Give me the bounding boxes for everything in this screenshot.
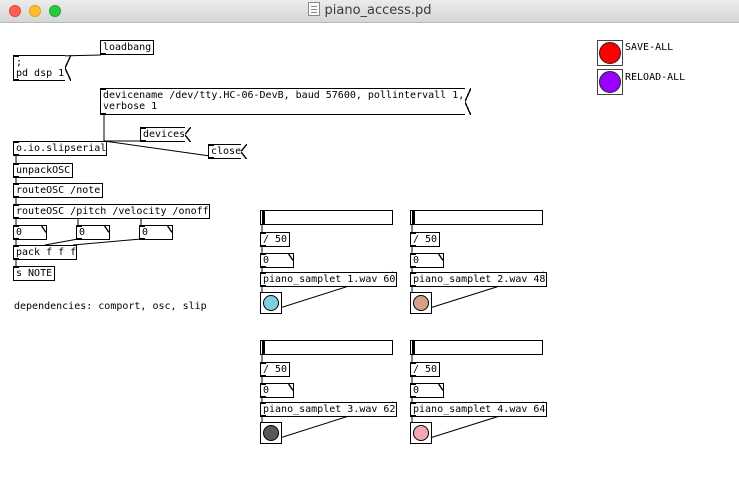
loadbang-object[interactable]: loadbang (100, 40, 155, 55)
sampler-3-number-box[interactable]: 0 (260, 383, 294, 398)
devicename-message-text: devicename /dev/tty.HC-06-DevB, baud 576… (103, 90, 465, 112)
sampler-3-volume-slider[interactable] (260, 340, 393, 355)
sampler-1-slider-knob[interactable] (262, 211, 265, 224)
sampler-3-divide-object[interactable]: / 50 (260, 362, 291, 377)
reload-all-bang[interactable] (597, 69, 623, 95)
sampler-4-volume-slider[interactable] (410, 340, 543, 355)
sampler-4-object[interactable]: piano_samplet 4.wav 64 (410, 402, 547, 417)
sampler-4-divide-object[interactable]: / 50 (410, 362, 441, 377)
sampler-1-object[interactable]: piano_samplet 1.wav 60 (260, 272, 397, 287)
devicename-message[interactable]: devicename /dev/tty.HC-06-DevB, baud 576… (100, 88, 471, 115)
sampler-1-volume-slider[interactable] (260, 210, 393, 225)
document-icon (307, 2, 320, 16)
sampler-1-divide-object[interactable]: / 50 (260, 232, 291, 247)
close-message-text: close (211, 146, 242, 157)
save-all-bang[interactable] (597, 40, 623, 66)
route-note-object[interactable]: routeOSC /note (13, 183, 104, 198)
sampler-2-bang-circle (413, 295, 429, 311)
close-message[interactable]: close (208, 144, 247, 159)
dependencies-comment: dependencies: comport, osc, slip (14, 301, 207, 312)
sampler-3-object[interactable]: piano_samplet 3.wav 62 (260, 402, 397, 417)
sampler-3-slider-knob[interactable] (262, 341, 265, 354)
sampler-2-value: 0 (413, 255, 420, 266)
sampler-1-bang-circle (263, 295, 279, 311)
sampler-4-value: 0 (413, 385, 420, 396)
window-title-text: piano_access.pd (324, 3, 432, 18)
sampler-4-number-box[interactable]: 0 (410, 383, 444, 398)
sampler-3-bang[interactable] (260, 422, 282, 444)
dsp-on-message[interactable]: ; pd dsp 1 (13, 55, 71, 81)
reload-all-label: RELOAD-ALL (625, 72, 686, 83)
sampler-4-bang[interactable] (410, 422, 432, 444)
velocity-number-box[interactable]: 0 (76, 225, 110, 240)
sampler-2-number-box[interactable]: 0 (410, 253, 444, 268)
patch-canvas[interactable]: loadbang ; pd dsp 1 devicename /dev/tty.… (0, 23, 739, 504)
sampler-2-object[interactable]: piano_samplet 2.wav 48 (410, 272, 547, 287)
sampler-1-number-box[interactable]: 0 (260, 253, 294, 268)
dsp-on-message-text: ; pd dsp 1 (16, 57, 65, 79)
unpackosc-object[interactable]: unpackOSC (13, 163, 74, 178)
onoff-value: 0 (142, 227, 149, 238)
pitch-number-box[interactable]: 0 (13, 225, 47, 240)
window-title: piano_access.pd (0, 0, 739, 22)
save-all-bang-circle (599, 42, 621, 64)
sampler-2-slider-knob[interactable] (412, 211, 415, 224)
slipserial-object[interactable]: o.io.slipserial (13, 141, 107, 156)
route-params-object[interactable]: routeOSC /pitch /velocity /onoff (13, 204, 210, 219)
onoff-number-box[interactable]: 0 (139, 225, 173, 240)
pitch-value: 0 (16, 227, 23, 238)
send-note-object[interactable]: s NOTE (13, 266, 56, 281)
velocity-value: 0 (79, 227, 86, 238)
devices-message-text: devices (143, 129, 186, 140)
devices-message[interactable]: devices (140, 127, 191, 142)
sampler-2-volume-slider[interactable] (410, 210, 543, 225)
sampler-4-slider-knob[interactable] (412, 341, 415, 354)
pack-object[interactable]: pack f f f (13, 245, 77, 260)
sampler-4-bang-circle (413, 425, 429, 441)
sampler-2-bang[interactable] (410, 292, 432, 314)
sampler-1-value: 0 (263, 255, 270, 266)
sampler-2-divide-object[interactable]: / 50 (410, 232, 441, 247)
sampler-3-bang-circle (263, 425, 279, 441)
title-bar: piano_access.pd (0, 0, 739, 23)
sampler-3-value: 0 (263, 385, 270, 396)
reload-all-bang-circle (599, 71, 621, 93)
sampler-1-bang[interactable] (260, 292, 282, 314)
save-all-label: SAVE-ALL (625, 42, 674, 53)
